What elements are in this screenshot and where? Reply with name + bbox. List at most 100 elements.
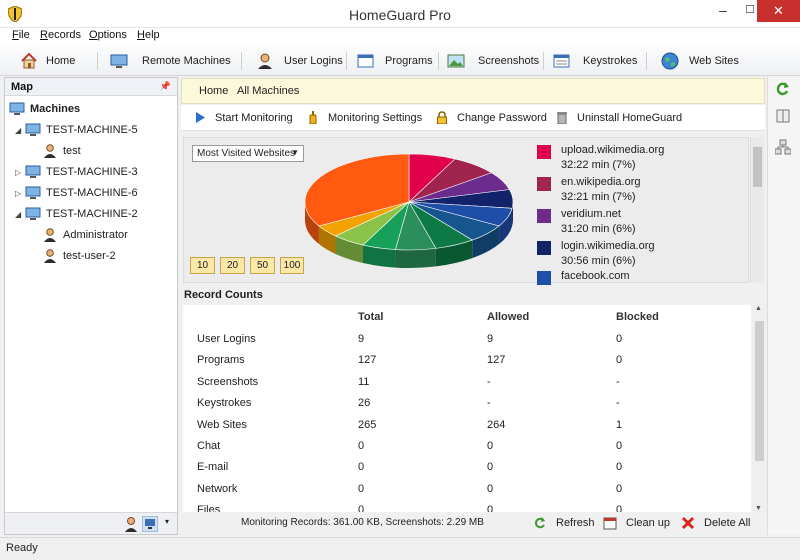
legend-value: 32:22 min (7%) [561, 159, 636, 171]
table-cell: 127 [487, 354, 506, 367]
tree-node-machine[interactable]: ▷ TEST-MACHINE-3 [15, 163, 138, 181]
collapse-arrow-icon[interactable]: ◢ [15, 210, 25, 219]
top-50-button[interactable]: 50 [250, 257, 275, 274]
tree-node-label: TEST-MACHINE-2 [46, 208, 138, 220]
table-cell: 0 [616, 482, 623, 495]
action-bar: Start Monitoring Monitoring Settings Cha… [181, 105, 765, 131]
table-cell: - [616, 397, 620, 410]
computer-icon [25, 186, 41, 199]
refresh-green-icon[interactable] [775, 81, 791, 97]
tree-node-label: TEST-MACHINE-6 [46, 187, 138, 199]
tree-node-label: test [63, 145, 81, 157]
table-cell: 0 [616, 440, 623, 452]
column-total: Total [358, 311, 384, 323]
tree-node-label: test-user-2 [63, 250, 116, 262]
dropdown-arrow-icon[interactable]: ▾ [165, 517, 169, 526]
machine-view-icon[interactable] [142, 516, 158, 532]
tree-node-user[interactable]: Administrator [42, 226, 128, 244]
tree-node-machine[interactable]: ▷ TEST-MACHINE-6 [15, 184, 138, 202]
user-view-icon[interactable] [123, 516, 139, 532]
machines-icon [9, 102, 25, 115]
expand-arrow-icon[interactable]: ▷ [15, 168, 25, 177]
tree-node-user[interactable]: test-user-2 [42, 247, 116, 265]
menu-records[interactable]: Records [40, 29, 81, 41]
table-scrollbar[interactable]: ▲ ▼ [752, 305, 766, 512]
screenshots-label: Screenshots [478, 55, 540, 67]
menu-help[interactable]: Help [137, 29, 160, 41]
table-cell: - [487, 397, 491, 410]
legend-swatch [537, 177, 551, 191]
table-cell: 0 [616, 333, 623, 345]
refresh-icon [534, 517, 545, 529]
column-allowed: Allowed [487, 311, 530, 323]
expand-arrow-icon[interactable]: ▷ [15, 189, 25, 198]
legend-value: 31:20 min (6%) [561, 223, 636, 235]
computer-icon [25, 165, 41, 178]
screenshots-button[interactable]: Screenshots [447, 51, 539, 71]
scroll-down-icon[interactable]: ▼ [755, 505, 762, 512]
table-cell: 9 [358, 333, 365, 345]
row-label: Programs [197, 354, 245, 367]
home-icon [21, 52, 37, 69]
user-icon [44, 249, 56, 263]
status-text: Ready [6, 542, 38, 554]
user-logins-button[interactable]: User Logins [256, 51, 343, 71]
top-100-button[interactable]: 100 [280, 257, 304, 274]
tree-root-label: Machines [30, 103, 81, 115]
start-monitoring-button[interactable]: Start Monitoring [194, 111, 293, 124]
footer-bar: Monitoring Records: 361.00 KB, Screensho… [181, 512, 765, 534]
breadcrumb-current: All Machines [237, 85, 300, 97]
row-label: Network [197, 482, 238, 495]
table-cell: 26 [358, 397, 371, 410]
table-cell: 127 [358, 354, 377, 367]
start-monitoring-label: Start Monitoring [215, 111, 293, 124]
top-10-button[interactable]: 10 [190, 257, 215, 274]
menu-options[interactable]: Options [89, 29, 127, 41]
table-cell: 0 [487, 504, 494, 512]
refresh-button[interactable]: Refresh [533, 516, 595, 530]
picture-icon [447, 54, 465, 68]
table-cell: 0 [487, 482, 494, 495]
clean-up-button[interactable]: Clean up [603, 516, 670, 530]
chart-scrollbar[interactable] [750, 137, 764, 283]
table-cell: 9 [487, 333, 494, 345]
globe-icon [661, 52, 679, 70]
menu-file[interactable]: File [12, 29, 30, 41]
tree-root-machines[interactable]: Machines [9, 100, 80, 118]
main-toolbar: Home Remote Machines User Logins Program… [0, 44, 800, 76]
minimize-button[interactable]: ‒ [710, 0, 736, 22]
uninstall-button[interactable]: Uninstall HomeGuard [556, 111, 682, 124]
web-sites-button[interactable]: Web Sites [661, 51, 739, 71]
pie-chart [304, 153, 514, 268]
top-20-button[interactable]: 20 [220, 257, 245, 274]
programs-button[interactable]: Programs [357, 51, 433, 71]
computer-icon [25, 207, 41, 220]
tree-node-machine[interactable]: ◢ TEST-MACHINE-2 [15, 205, 138, 223]
book-icon[interactable] [775, 108, 791, 124]
home-button[interactable]: Home [20, 51, 75, 71]
breadcrumb-home[interactable]: Home [199, 85, 228, 97]
legend-swatch [537, 241, 551, 255]
web-sites-label: Web Sites [689, 55, 739, 67]
chart-type-select[interactable]: Most Visited Websites ▼ [192, 145, 304, 162]
tree-node-user[interactable]: test [42, 142, 81, 160]
tree-node-machine[interactable]: ◢ TEST-MACHINE-5 [15, 121, 138, 139]
change-password-label: Change Password [457, 111, 547, 124]
lock-icon [437, 111, 447, 124]
table-cell: 11 [358, 375, 370, 388]
scroll-up-icon[interactable]: ▲ [755, 305, 762, 312]
pin-icon[interactable]: 📌 [160, 81, 171, 92]
delete-all-label: Delete All [704, 517, 751, 529]
change-password-button[interactable]: Change Password [436, 111, 547, 124]
collapse-arrow-icon[interactable]: ◢ [15, 126, 25, 135]
legend-swatch [537, 145, 551, 159]
delete-all-button[interactable]: Delete All [681, 516, 750, 530]
chart-panel: Most Visited Websites ▼ 10 20 50 100 upl… [183, 137, 749, 285]
close-button[interactable]: ✕ [757, 0, 800, 22]
record-counts-table: Total Allowed Blocked User Logins 9 9 0 Prog… [183, 305, 751, 512]
monitoring-settings-button[interactable]: Monitoring Settings [307, 111, 422, 124]
keystrokes-button[interactable]: Keystrokes [553, 51, 637, 71]
network-icon[interactable] [775, 139, 791, 155]
remote-machines-button[interactable]: Remote Machines [110, 51, 231, 71]
computer-icon [25, 123, 41, 136]
